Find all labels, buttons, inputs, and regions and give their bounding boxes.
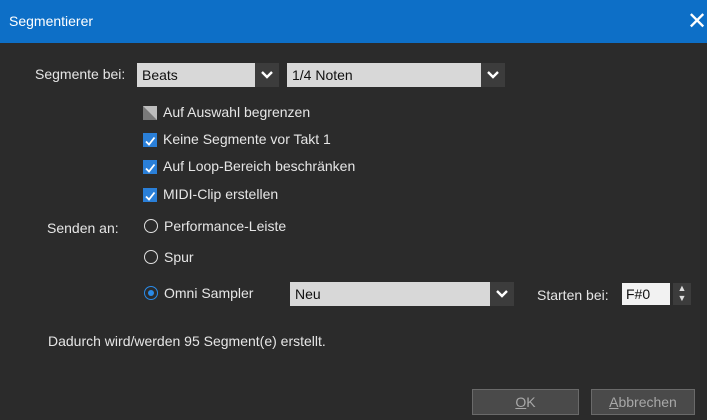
checkbox-checked[interactable] [143, 160, 157, 174]
radio-label: Performance-Leiste [164, 218, 287, 234]
start-note-input[interactable]: F#0 [622, 283, 670, 305]
window-title: Segmentierer [9, 13, 94, 29]
send-to-label: Senden an: [47, 220, 119, 236]
ok-mnemonic: O [515, 394, 527, 410]
option-label: Auf Auswahl begrenzen [163, 104, 311, 120]
close-icon[interactable]: ✕ [685, 6, 707, 36]
chevron-down-icon[interactable] [481, 63, 505, 87]
cancel-label: bbrechen [618, 394, 677, 410]
segment-mode-value: Beats [142, 67, 178, 83]
chevron-down-icon[interactable] [255, 63, 279, 87]
start-at-label: Starten bei: [537, 287, 609, 303]
option-label: MIDI-Clip erstellen [163, 186, 279, 202]
option-label: Auf Loop-Bereich beschränken [163, 158, 356, 174]
radio-button[interactable] [144, 219, 158, 233]
info-text: Dadurch wird/werden 95 Segment(e) erstel… [48, 333, 326, 349]
ok-button[interactable]: OK [472, 389, 579, 415]
segmentierer-dialog: Segmentierer ✕ Segmente bei: Beats 1/4 N… [0, 0, 707, 420]
segments-label: Segmente bei: [35, 66, 126, 82]
checkbox-checked[interactable] [143, 133, 157, 147]
checkbox-checked[interactable] [143, 188, 157, 202]
chevron-down-icon[interactable] [490, 282, 514, 306]
option-label: Keine Segmente vor Takt 1 [163, 131, 331, 147]
segment-mode-select[interactable]: Beats [137, 63, 279, 87]
sampler-value: Neu [295, 286, 321, 302]
title-bar: Segmentierer ✕ [0, 0, 707, 43]
radio-button[interactable] [144, 250, 158, 264]
indeterminate-checkbox[interactable] [143, 106, 157, 120]
sampler-select[interactable]: Neu [290, 282, 514, 306]
resolution-value: 1/4 Noten [292, 67, 353, 83]
radio-label: Spur [164, 249, 194, 265]
radio-button-selected[interactable] [144, 286, 158, 300]
cancel-button[interactable]: Abbrechen [591, 389, 695, 415]
radio-label: Omni Sampler [164, 285, 254, 301]
resolution-select[interactable]: 1/4 Noten [287, 63, 505, 87]
start-note-value: F#0 [626, 286, 651, 302]
spin-arrows-icon[interactable]: ▲ ▼ [673, 283, 691, 305]
ok-label: K [526, 394, 536, 410]
